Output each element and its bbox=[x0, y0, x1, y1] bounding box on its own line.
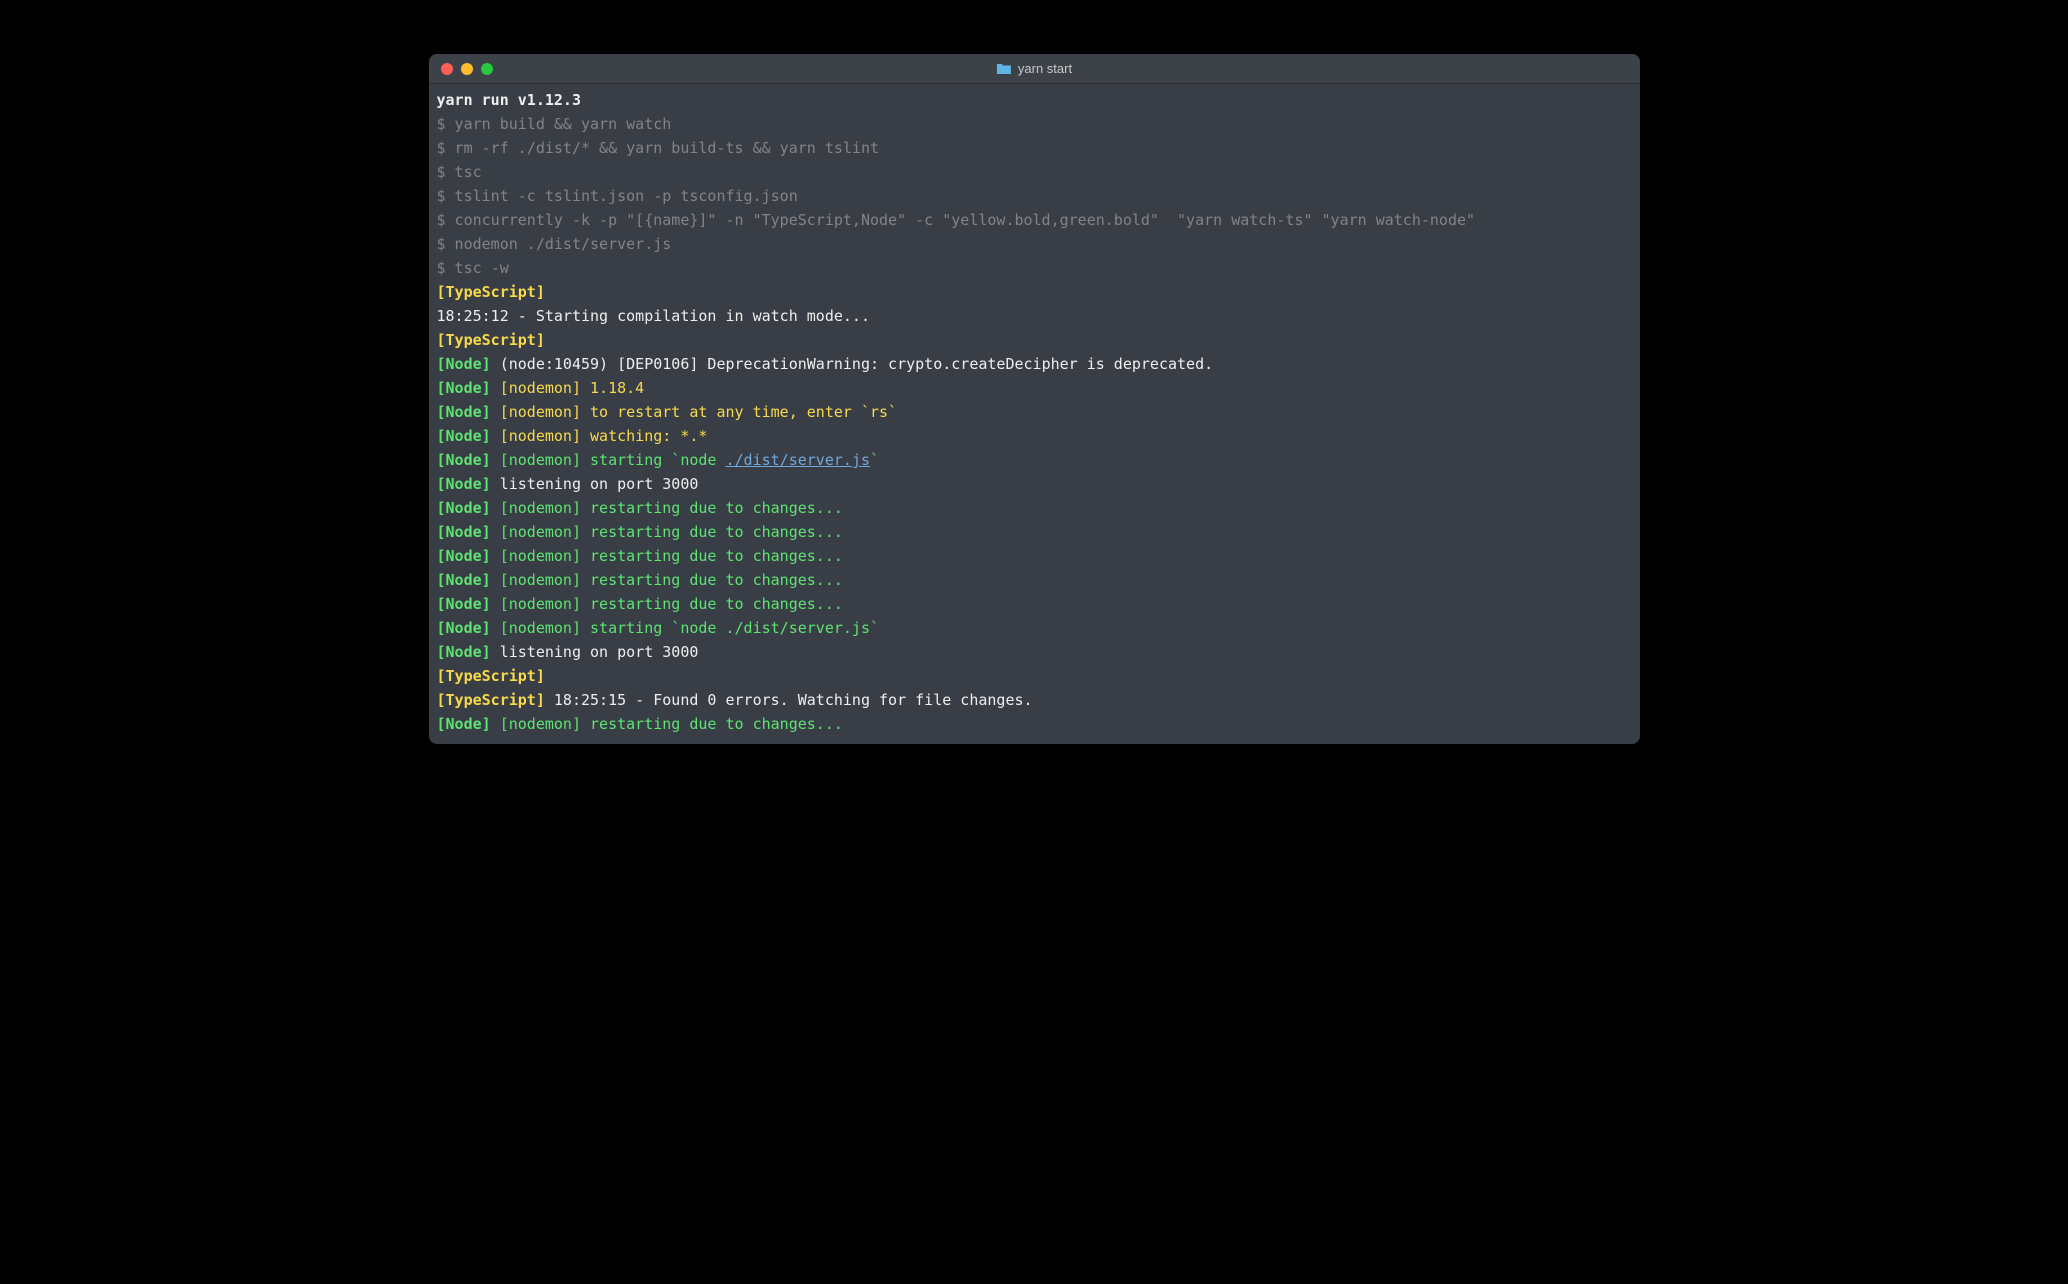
terminal-segment bbox=[491, 427, 500, 445]
terminal-segment: yarn run v1.12.3 bbox=[437, 91, 582, 109]
terminal-line: [Node] [nodemon] restarting due to chang… bbox=[437, 520, 1632, 544]
terminal-segment: [Node] bbox=[437, 451, 491, 469]
terminal-segment: [Node] bbox=[437, 379, 491, 397]
terminal-segment bbox=[491, 619, 500, 637]
terminal-body[interactable]: yarn run v1.12.3 $ yarn build && yarn wat… bbox=[429, 84, 1640, 744]
terminal-segment: [nodemon] restarting due to changes... bbox=[500, 499, 843, 517]
terminal-line: $ yarn build && yarn watch bbox=[437, 112, 1632, 136]
terminal-line: $ tslint -c tslint.json -p tsconfig.json bbox=[437, 184, 1632, 208]
terminal-segment: listening on port 3000 bbox=[491, 475, 699, 493]
terminal-segment: (node:10459) [DEP0106] DeprecationWarnin… bbox=[491, 355, 1213, 373]
terminal-window: yarn start yarn run v1.12.3 $ yarn build … bbox=[429, 54, 1640, 744]
terminal-segment bbox=[491, 379, 500, 397]
zoom-button[interactable] bbox=[481, 63, 493, 75]
terminal-line: [Node] [nodemon] restarting due to chang… bbox=[437, 712, 1632, 736]
terminal-segment: [nodemon] starting `node ./dist/server.j… bbox=[500, 619, 879, 637]
terminal-line: yarn run v1.12.3 bbox=[437, 88, 1632, 112]
terminal-segment: [TypeScript] bbox=[437, 667, 545, 685]
terminal-line: [Node] [nodemon] restarting due to chang… bbox=[437, 592, 1632, 616]
terminal-segment: [Node] bbox=[437, 715, 491, 733]
terminal-segment: 18:25:15 - Found 0 errors. Watching for … bbox=[545, 691, 1033, 709]
terminal-segment: listening on port 3000 bbox=[491, 643, 699, 661]
terminal-line: [Node] listening on port 3000 bbox=[437, 472, 1632, 496]
terminal-line: [Node] [nodemon] starting `node ./dist/s… bbox=[437, 448, 1632, 472]
window-title: yarn start bbox=[996, 61, 1072, 76]
terminal-line: [Node] [nodemon] starting `node ./dist/s… bbox=[437, 616, 1632, 640]
terminal-segment bbox=[491, 523, 500, 541]
terminal-line: 18:25:12 - Starting compilation in watch… bbox=[437, 304, 1632, 328]
terminal-segment: [Node] bbox=[437, 427, 491, 445]
terminal-line: [Node] [nodemon] restarting due to chang… bbox=[437, 544, 1632, 568]
terminal-segment: [Node] bbox=[437, 619, 491, 637]
terminal-segment: $ tsc -w bbox=[437, 259, 509, 277]
traffic-lights bbox=[441, 63, 493, 75]
terminal-segment: [nodemon] to restart at any time, enter … bbox=[500, 403, 897, 421]
terminal-line: [TypeScript] 18:25:15 - Found 0 errors. … bbox=[437, 688, 1632, 712]
terminal-segment bbox=[491, 547, 500, 565]
terminal-segment: [TypeScript] bbox=[437, 283, 545, 301]
terminal-line: [Node] (node:10459) [DEP0106] Deprecatio… bbox=[437, 352, 1632, 376]
terminal-segment bbox=[491, 403, 500, 421]
terminal-segment: [nodemon] watching: *.* bbox=[500, 427, 708, 445]
terminal-segment bbox=[491, 451, 500, 469]
terminal-segment: 18:25:12 - Starting compilation in watch… bbox=[437, 307, 870, 325]
terminal-segment bbox=[491, 571, 500, 589]
terminal-segment: [nodemon] restarting due to changes... bbox=[500, 595, 843, 613]
terminal-segment: [Node] bbox=[437, 355, 491, 373]
terminal-line: [Node] [nodemon] 1.18.4 bbox=[437, 376, 1632, 400]
terminal-segment: [Node] bbox=[437, 595, 491, 613]
terminal-line: [Node] [nodemon] restarting due to chang… bbox=[437, 568, 1632, 592]
folder-icon bbox=[996, 63, 1012, 75]
terminal-segment: [Node] bbox=[437, 523, 491, 541]
terminal-segment: [nodemon] restarting due to changes... bbox=[500, 715, 843, 733]
terminal-segment: $ tslint -c tslint.json -p tsconfig.json bbox=[437, 187, 798, 205]
terminal-line: $ tsc bbox=[437, 160, 1632, 184]
terminal-line: $ nodemon ./dist/server.js bbox=[437, 232, 1632, 256]
terminal-segment: [nodemon] restarting due to changes... bbox=[500, 547, 843, 565]
window-title-text: yarn start bbox=[1018, 61, 1072, 76]
terminal-segment: ./dist/server.js bbox=[726, 451, 871, 469]
terminal-segment: [nodemon] restarting due to changes... bbox=[500, 523, 843, 541]
terminal-segment: [Node] bbox=[437, 499, 491, 517]
terminal-segment bbox=[491, 499, 500, 517]
terminal-segment: $ tsc bbox=[437, 163, 482, 181]
terminal-line: $ rm -rf ./dist/* && yarn build-ts && ya… bbox=[437, 136, 1632, 160]
terminal-segment: [Node] bbox=[437, 571, 491, 589]
terminal-segment: [Node] bbox=[437, 475, 491, 493]
terminal-line: [TypeScript] bbox=[437, 280, 1632, 304]
close-button[interactable] bbox=[441, 63, 453, 75]
title-bar[interactable]: yarn start bbox=[429, 54, 1640, 84]
terminal-segment: [nodemon] starting `node bbox=[500, 451, 726, 469]
terminal-segment: $ rm -rf ./dist/* && yarn build-ts && ya… bbox=[437, 139, 880, 157]
terminal-segment bbox=[491, 595, 500, 613]
terminal-segment bbox=[491, 715, 500, 733]
terminal-line: [Node] [nodemon] watching: *.* bbox=[437, 424, 1632, 448]
terminal-segment: [TypeScript] bbox=[437, 691, 545, 709]
terminal-line: [Node] [nodemon] restarting due to chang… bbox=[437, 496, 1632, 520]
terminal-line: [Node] listening on port 3000 bbox=[437, 640, 1632, 664]
terminal-line: $ concurrently -k -p "[{name}]" -n "Type… bbox=[437, 208, 1632, 232]
terminal-segment: $ yarn build && yarn watch bbox=[437, 115, 672, 133]
terminal-segment: [nodemon] 1.18.4 bbox=[500, 379, 645, 397]
terminal-line: [TypeScript] bbox=[437, 664, 1632, 688]
terminal-segment: [Node] bbox=[437, 547, 491, 565]
terminal-segment: [Node] bbox=[437, 643, 491, 661]
terminal-segment: [Node] bbox=[437, 403, 491, 421]
terminal-line: [Node] [nodemon] to restart at any time,… bbox=[437, 400, 1632, 424]
terminal-segment: ` bbox=[870, 451, 879, 469]
terminal-segment: [TypeScript] bbox=[437, 331, 545, 349]
terminal-segment: [nodemon] restarting due to changes... bbox=[500, 571, 843, 589]
terminal-segment: $ nodemon ./dist/server.js bbox=[437, 235, 672, 253]
terminal-segment: $ concurrently -k -p "[{name}]" -n "Type… bbox=[437, 211, 1476, 229]
minimize-button[interactable] bbox=[461, 63, 473, 75]
terminal-line: $ tsc -w bbox=[437, 256, 1632, 280]
terminal-line: [TypeScript] bbox=[437, 328, 1632, 352]
